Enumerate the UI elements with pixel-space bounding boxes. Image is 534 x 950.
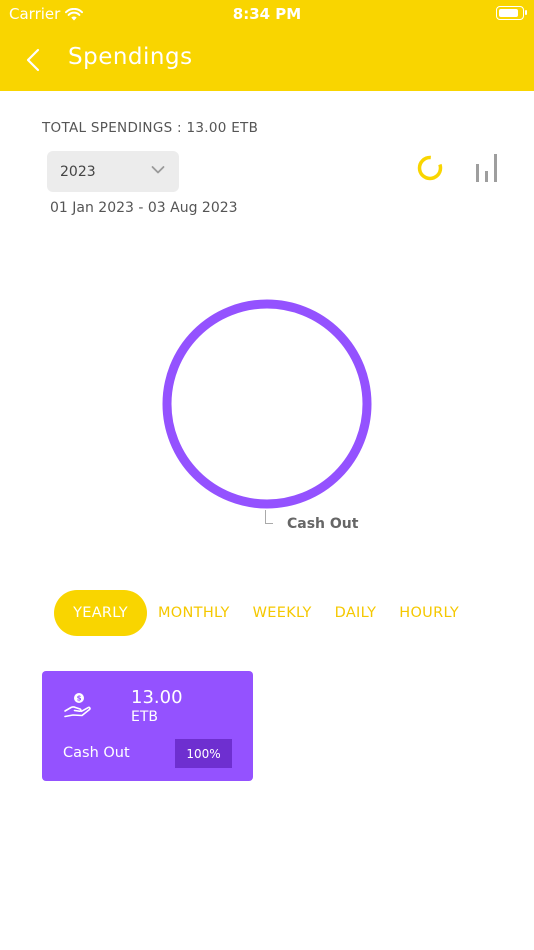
chevron-down-icon — [151, 166, 165, 174]
tab-yearly[interactable]: YEARLY — [54, 590, 147, 636]
card-percent-badge: 100% — [175, 739, 232, 768]
tab-daily[interactable]: DAILY — [335, 590, 377, 636]
page-title: Spendings — [68, 44, 193, 70]
status-time: 8:34 PM — [232, 5, 302, 23]
card-category-name: Cash Out — [63, 745, 130, 761]
spendings-chart — [0, 270, 534, 550]
chart-label-leader-line — [265, 510, 273, 524]
back-button[interactable] — [18, 44, 48, 76]
period-tabs: YEARLY MONTHLY WEEKLY DAILY HOURLY — [54, 590, 459, 636]
date-range-label: 01 Jan 2023 - 03 Aug 2023 — [50, 200, 238, 216]
year-select[interactable]: 2023 — [47, 151, 179, 192]
chart-slice-label: Cash Out — [287, 516, 359, 532]
card-amount: 13.00 — [131, 687, 183, 708]
donut-chart-icon — [417, 155, 443, 181]
battery-level — [499, 9, 518, 17]
svg-text:$: $ — [77, 695, 82, 703]
bar-chart-icon — [476, 154, 497, 182]
status-bar: Carrier 8:34 PM — [0, 0, 534, 28]
app-header: Carrier 8:34 PM Spendings — [0, 0, 534, 91]
year-select-value: 2023 — [60, 163, 96, 180]
bar-chart-toggle-button[interactable] — [468, 150, 504, 186]
total-spendings-label: TOTAL SPENDINGS : 13.00 ETB — [42, 120, 259, 136]
pie-chart-toggle-button[interactable] — [412, 150, 448, 186]
donut-chart — [162, 299, 372, 509]
tab-weekly[interactable]: WEEKLY — [253, 590, 312, 636]
card-currency: ETB — [131, 709, 159, 725]
tab-monthly[interactable]: MONTHLY — [158, 590, 230, 636]
donut-slice-cash-out[interactable] — [162, 299, 372, 509]
category-card-cash-out[interactable]: $ 13.00 ETB Cash Out 100% — [42, 671, 253, 781]
money-hand-icon: $ — [64, 693, 91, 718]
chevron-left-icon — [26, 48, 40, 72]
battery-icon — [496, 6, 527, 20]
nav-bar: Spendings — [0, 40, 534, 80]
tab-hourly[interactable]: HOURLY — [399, 590, 459, 636]
